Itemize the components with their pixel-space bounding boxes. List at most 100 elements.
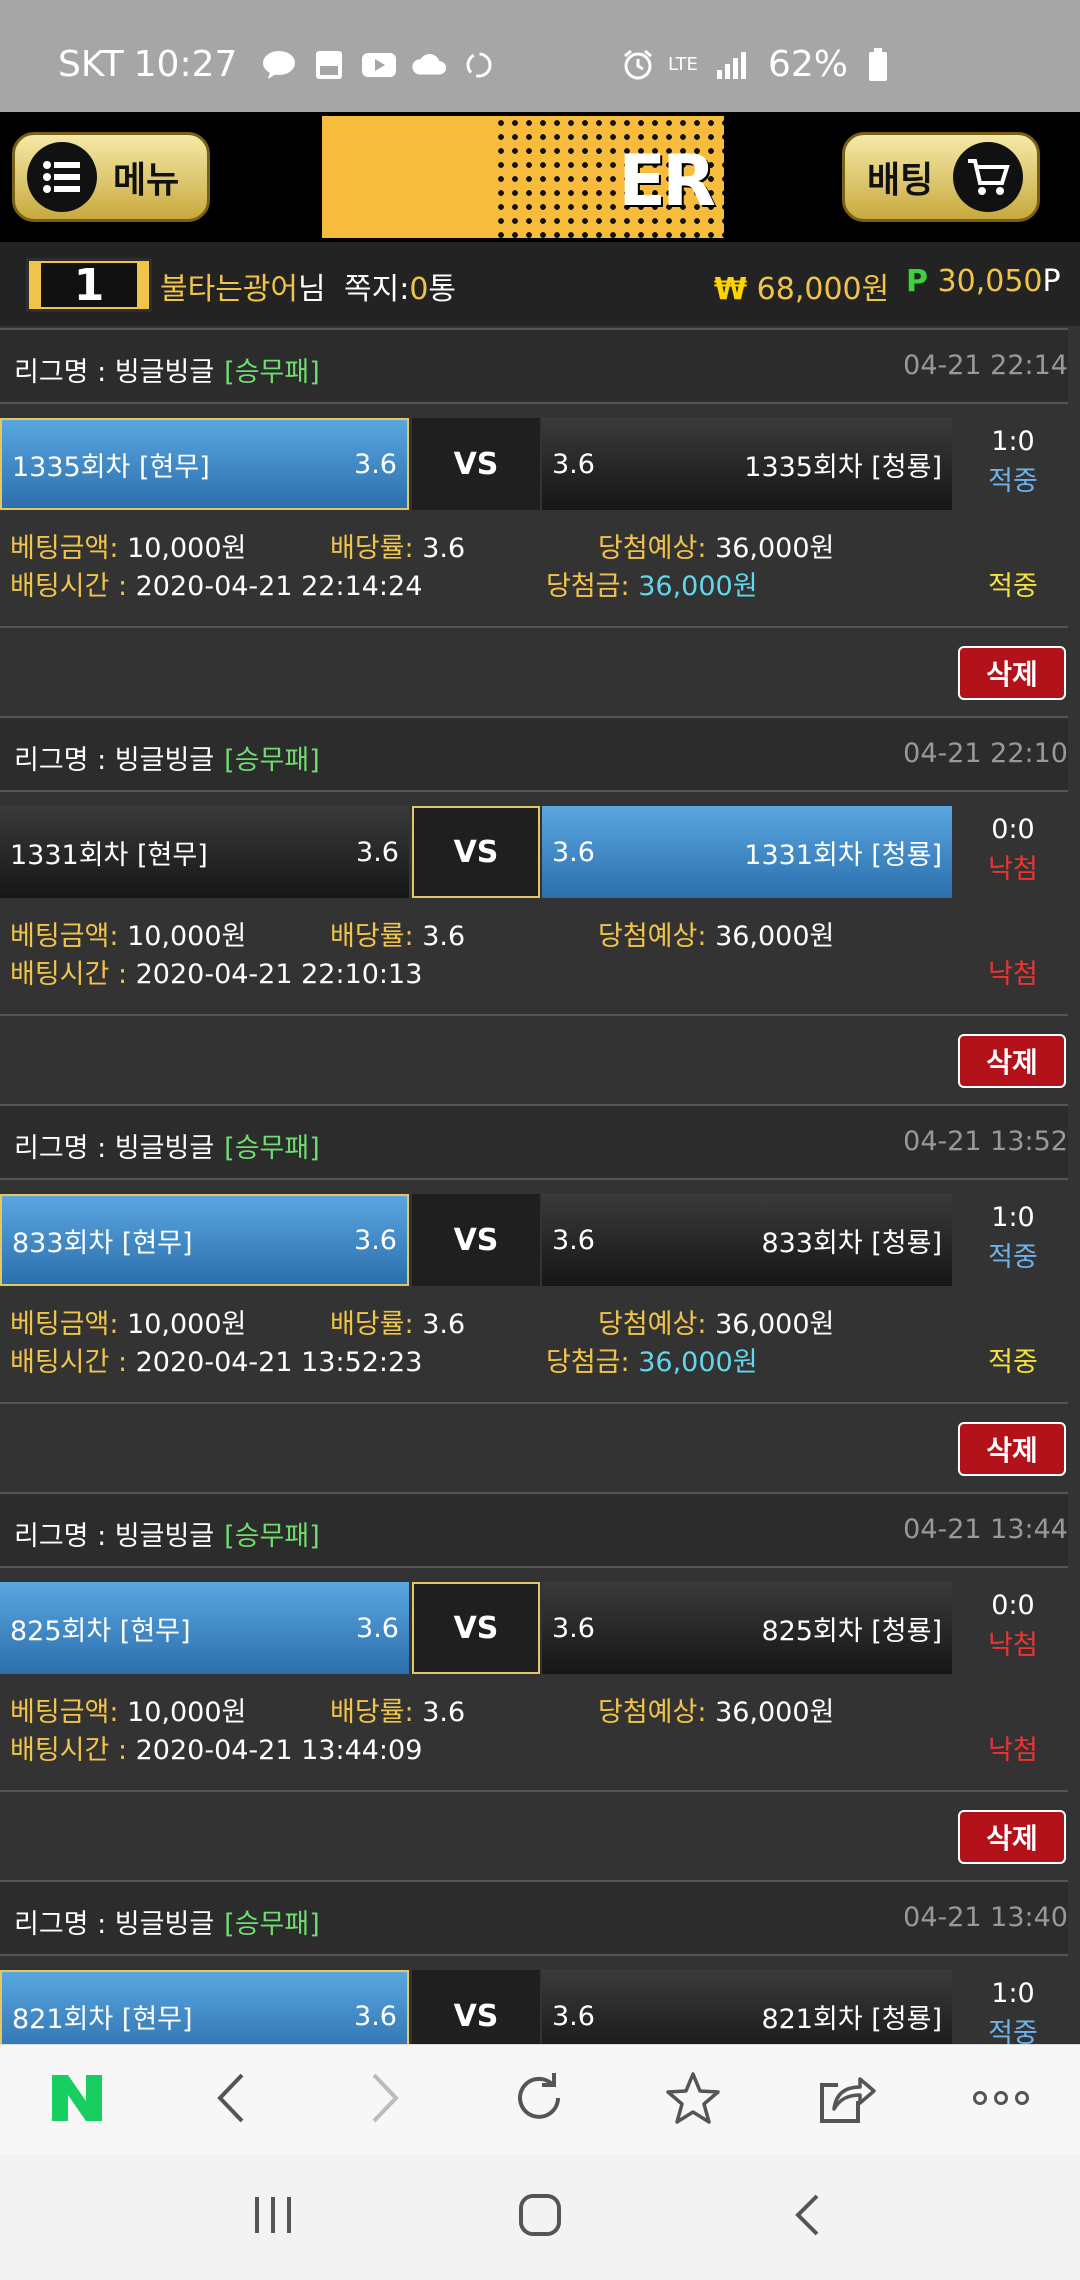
- score: 0:0: [991, 1590, 1035, 1621]
- match-row: 825회차 [현무] 3.6 VS 3.6 825회차 [청룡] 0:0 낙첨: [0, 1582, 1068, 1674]
- home-odds: 3.6: [354, 448, 397, 480]
- league-value: 빙글빙글: [114, 1133, 215, 1164]
- away-team-pick[interactable]: 3.6 1331회차 [청룡]: [542, 806, 952, 898]
- menu-button[interactable]: 메뉴: [12, 132, 210, 222]
- bet-time: 배팅시간 : 2020-04-21 13:44:09: [10, 1728, 422, 1767]
- divider: [0, 1014, 1068, 1016]
- points-unit: P: [1042, 264, 1061, 299]
- message-count[interactable]: 쪽지:0통: [344, 264, 456, 308]
- points-icon: P: [906, 264, 928, 299]
- league-name: 리그명 : 빙글빙글 [승무패]: [14, 1902, 320, 1941]
- bet-amount-value: 10,000원: [127, 533, 247, 564]
- share-button[interactable]: [770, 2045, 924, 2155]
- expected-label: 당첨예상:: [598, 1309, 707, 1340]
- bet-date: 04-21 13:44: [903, 1514, 1068, 1545]
- delete-button[interactable]: 삭제: [958, 1810, 1066, 1864]
- home-team-name: 833회차 [현무]: [12, 1227, 193, 1259]
- bet-time-label: 배팅시간 :: [10, 1735, 136, 1766]
- bet-odds-value: 3.6: [422, 533, 466, 564]
- forward-icon: [370, 2072, 400, 2128]
- more-icon: [972, 2090, 1030, 2110]
- match-result: 1:0 적중: [960, 1974, 1066, 2044]
- recent-apps-button[interactable]: [213, 2177, 333, 2257]
- naver-n-icon: [50, 2073, 104, 2127]
- delete-button[interactable]: 삭제: [958, 1422, 1066, 1476]
- points-value: 30,050: [937, 264, 1043, 299]
- league-name: 리그명 : 빙글빙글 [승무패]: [14, 350, 320, 389]
- bet-odds: 배당률: 3.6: [330, 1302, 465, 1341]
- expected-label: 당첨예상:: [598, 921, 707, 952]
- vs-draw-pick[interactable]: VS: [412, 806, 540, 898]
- vs-draw-pick[interactable]: VS: [412, 1582, 540, 1674]
- bet-amount: 베팅금액: 10,000원: [10, 1302, 246, 1341]
- carrier-label: SKT: [58, 44, 124, 85]
- refresh-button[interactable]: [462, 2045, 616, 2155]
- league-prefix: 리그명 :: [14, 745, 115, 776]
- delete-button[interactable]: 삭제: [958, 1034, 1066, 1088]
- forward-button[interactable]: [308, 2045, 462, 2155]
- more-button[interactable]: [924, 2045, 1078, 2155]
- bet-type: [승무패]: [224, 1909, 320, 1940]
- naver-home-button[interactable]: [0, 2045, 154, 2155]
- bet-card-header: 리그명 : 빙글빙글 [승무패] 04-21 13:40: [0, 1880, 1068, 1956]
- home-button[interactable]: [480, 2177, 600, 2257]
- bet-type: [승무패]: [224, 745, 320, 776]
- away-team-name: 825회차 [청룡]: [761, 1615, 942, 1647]
- bet-type: [승무패]: [224, 1133, 320, 1164]
- home-team-pick[interactable]: 1331회차 [현무] 3.6: [0, 806, 409, 898]
- away-odds: 3.6: [552, 448, 595, 480]
- league-value: 빙글빙글: [114, 1909, 215, 1940]
- app-root: SKT 10:27 LTE 62% 메뉴 ER 배팅 1 불타는광어님 쪽지:0…: [0, 0, 1080, 2280]
- result-label: 적중: [988, 1242, 1038, 1273]
- bet-status: 적중: [988, 571, 1038, 602]
- bet-date: 04-21 22:10: [903, 738, 1068, 769]
- match-result: 1:0 적중: [960, 422, 1066, 502]
- away-team-pick[interactable]: 3.6 821회차 [청룡]: [542, 1970, 952, 2044]
- signal-icon: [714, 50, 750, 80]
- vs-draw-pick[interactable]: VS: [412, 1194, 540, 1286]
- bet-odds: 배당률: 3.6: [330, 1690, 465, 1729]
- points-balance: P 30,050P: [906, 264, 1061, 299]
- site-logo[interactable]: ER: [322, 116, 724, 238]
- back-button[interactable]: [154, 2045, 308, 2155]
- home-odds: 3.6: [356, 1612, 399, 1644]
- bet-amount-value: 10,000원: [127, 1697, 247, 1728]
- result-label: 낙첨: [988, 1630, 1038, 1661]
- away-odds: 3.6: [552, 2000, 595, 2032]
- winnings: 당첨금: 36,000원: [546, 1340, 758, 1379]
- expected-value: 36,000원: [715, 1309, 835, 1340]
- image-icon: [311, 50, 347, 80]
- home-team-pick[interactable]: 825회차 [현무] 3.6: [0, 1582, 409, 1674]
- home-odds: 3.6: [354, 1224, 397, 1256]
- league-value: 빙글빙글: [114, 357, 215, 388]
- vs-draw-pick[interactable]: VS: [412, 418, 540, 510]
- away-team-pick[interactable]: 3.6 1335회차 [청룡]: [542, 418, 952, 510]
- match-result: 0:0 낙첨: [960, 1586, 1066, 1666]
- home-team-name: 825회차 [현무]: [10, 1615, 191, 1647]
- home-team-pick[interactable]: 833회차 [현무] 3.6: [0, 1194, 409, 1286]
- result-label: 낙첨: [988, 854, 1038, 885]
- bet-amount-value: 10,000원: [127, 1309, 247, 1340]
- delete-button[interactable]: 삭제: [958, 646, 1066, 700]
- refresh-icon: [512, 2071, 566, 2129]
- bet-time-value: 2020-04-21 13:44:09: [135, 1735, 423, 1766]
- home-team-pick[interactable]: 821회차 [현무] 3.6: [0, 1970, 409, 2044]
- betting-button[interactable]: 배팅: [842, 132, 1040, 222]
- bet-date: 04-21 13:40: [903, 1902, 1068, 1933]
- network-type: LTE: [668, 53, 698, 75]
- expected-value: 36,000원: [715, 921, 835, 952]
- level-badge: 1: [26, 258, 152, 312]
- bookmark-button[interactable]: [616, 2045, 770, 2155]
- away-team-pick[interactable]: 3.6 833회차 [청룡]: [542, 1194, 952, 1286]
- bet-card-header: 리그명 : 빙글빙글 [승무패] 04-21 22:14: [0, 328, 1068, 404]
- bet-amount-label: 베팅금액:: [10, 921, 119, 952]
- home-team-pick[interactable]: 1335회차 [현무] 3.6: [0, 418, 409, 510]
- betting-label: 배팅: [867, 160, 934, 201]
- bet-time-value: 2020-04-21 22:10:13: [135, 959, 423, 990]
- system-back-button[interactable]: [747, 2177, 867, 2257]
- away-team-pick[interactable]: 3.6 825회차 [청룡]: [542, 1582, 952, 1674]
- result-label: 적중: [988, 466, 1038, 497]
- away-team-name: 1331회차 [청룡]: [744, 839, 942, 871]
- bet-time-value: 2020-04-21 22:14:24: [135, 571, 423, 602]
- vs-draw-pick[interactable]: VS: [412, 1970, 540, 2044]
